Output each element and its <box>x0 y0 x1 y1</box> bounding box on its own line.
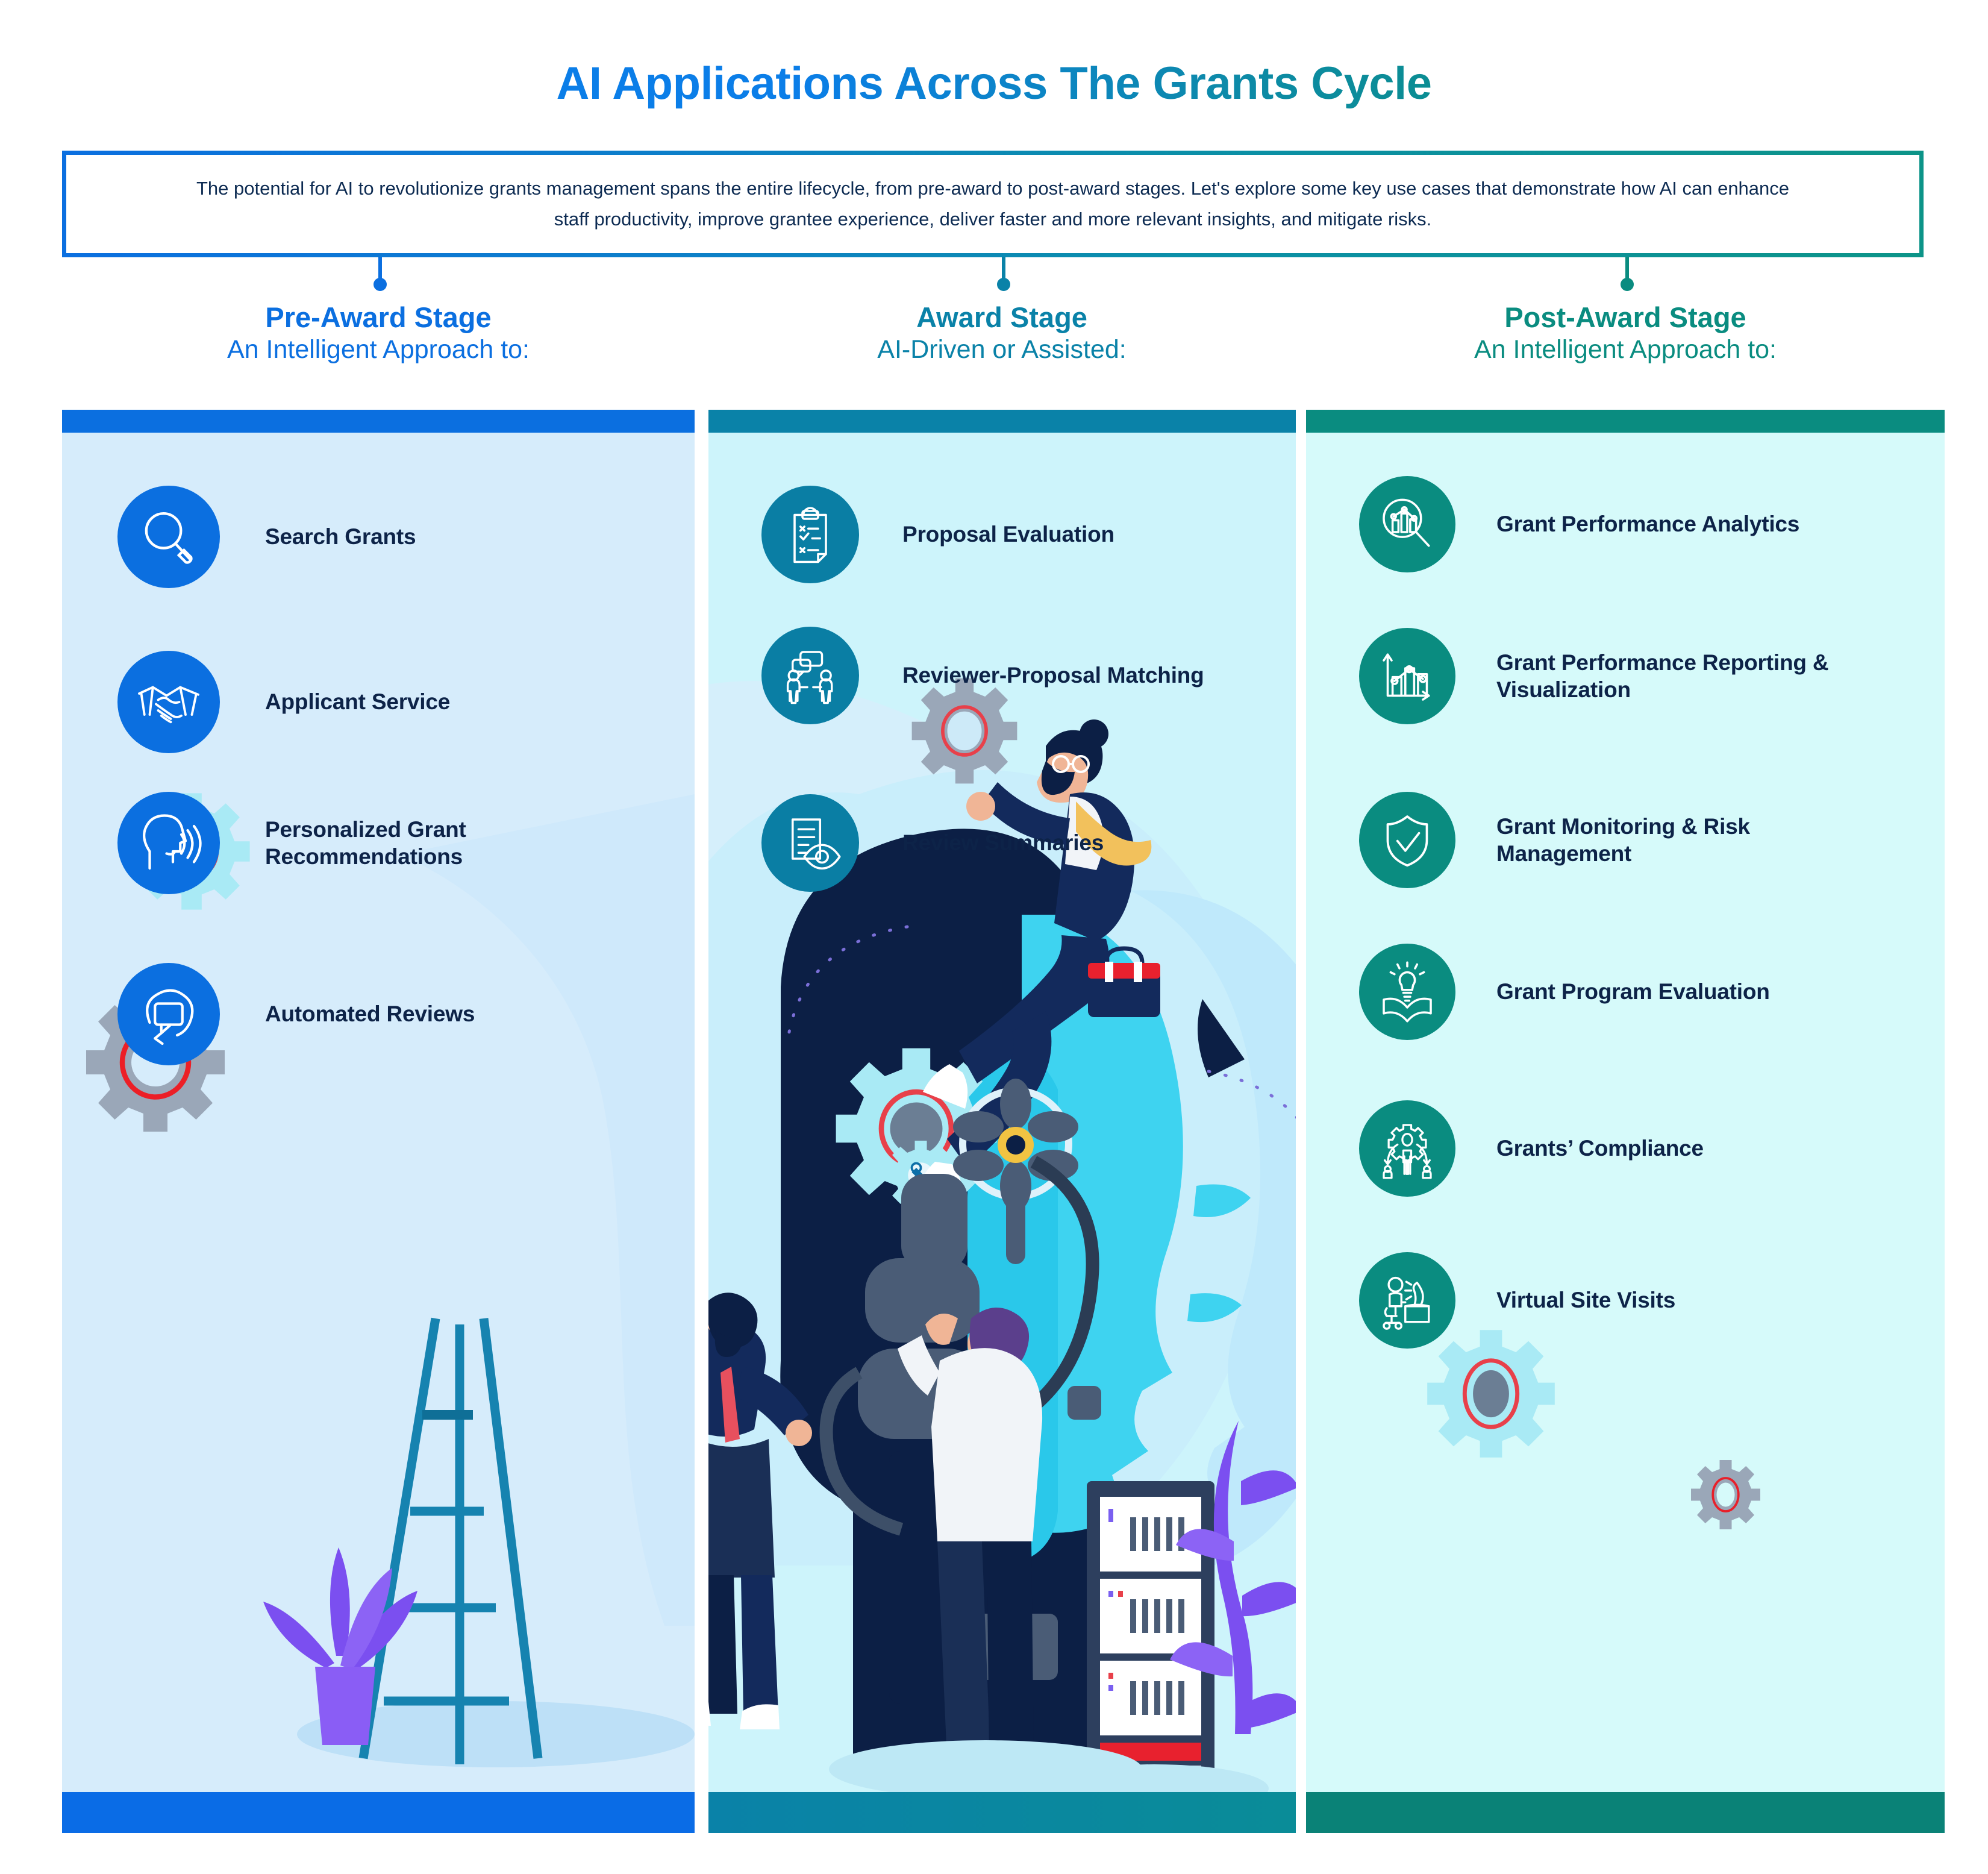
list-item-label: Applicant Service <box>265 689 451 715</box>
intro-callout-box: The potential for AI to revolutionize gr… <box>62 151 1924 257</box>
bar-line-chart-icon <box>1359 628 1455 724</box>
chart-magnifier-icon <box>1359 476 1455 572</box>
chat-refresh-icon <box>117 963 220 1065</box>
list-item-applicant-service[interactable]: Applicant Service <box>117 651 660 753</box>
speaking-head-icon <box>117 792 220 894</box>
gear-icon <box>1691 1460 1760 1529</box>
ladder-icon <box>358 1317 543 1764</box>
gear-people-icon <box>1359 1100 1455 1197</box>
magnifier-icon <box>117 486 220 588</box>
book-lightbulb-icon <box>1359 944 1455 1040</box>
shield-check-icon <box>1359 792 1455 888</box>
column-pre-award: Search Grants Applicant Service Personal… <box>62 410 695 1833</box>
list-item-label: Grant Performance Reporting & Visualizat… <box>1496 650 1829 702</box>
column-header-post-award: Post-Award Stage An Intelligent Approach… <box>1306 301 1945 365</box>
list-item-label: Reviewer-Proposal Matching <box>902 663 1204 688</box>
column-subtitle-post-award: An Intelligent Approach to: <box>1474 334 1777 364</box>
list-item-review-summaries[interactable]: Review Summaries <box>761 794 1280 892</box>
desk-screen-icon <box>1359 1252 1455 1349</box>
decorative-gear-grey-right <box>1688 1457 1763 1535</box>
column-subtitle-pre-award: An Intelligent Approach to: <box>227 334 530 364</box>
intro-text: The potential for AI to revolutionize gr… <box>196 178 1790 230</box>
illustration-left-fragment <box>263 794 695 1767</box>
connector-dot-award <box>997 278 1010 291</box>
column-award: Proposal Evaluation Reviewer-Proposal Ma… <box>708 410 1296 1833</box>
column-title-post-award: Post-Award Stage <box>1504 301 1746 333</box>
connector-stem-pre-award <box>374 257 387 291</box>
column-header-award: Award Stage AI-Driven or Assisted: <box>704 301 1300 365</box>
column-top-bar-pre-award <box>62 410 695 433</box>
page-title: AI Applications Across The Grants Cycle <box>0 57 1988 110</box>
list-item-automated-reviews[interactable]: Automated Reviews <box>117 963 660 1065</box>
handshake-icon <box>117 651 220 753</box>
column-title-pre-award: Pre-Award Stage <box>265 301 492 333</box>
list-item-grant-program-evaluation[interactable]: Grant Program Evaluation <box>1359 944 1945 1040</box>
column-body-pre-award: Search Grants Applicant Service Personal… <box>62 433 695 1833</box>
list-item-grant-monitoring-risk[interactable]: Grant Monitoring & Risk Management <box>1359 792 1945 888</box>
list-item-grant-performance-reporting[interactable]: Grant Performance Reporting & Visualizat… <box>1359 628 1945 724</box>
list-item-grants-compliance[interactable]: Grants’ Compliance <box>1359 1100 1945 1197</box>
list-item-label: Grant Monitoring & Risk Management <box>1496 813 1750 866</box>
column-top-bar-post-award <box>1306 410 1945 433</box>
list-item-virtual-site-visits[interactable]: Virtual Site Visits <box>1359 1252 1945 1349</box>
list-item-personalized-grant-recommendations[interactable]: Personalized Grant Recommendations <box>117 792 660 894</box>
column-body-post-award: Grant Performance Analytics Grant Perfor… <box>1306 433 1945 1833</box>
list-item-label: Virtual Site Visits <box>1496 1288 1676 1313</box>
column-header-pre-award: Pre-Award Stage An Intelligent Approach … <box>62 301 695 365</box>
list-item-label: Grant Performance Analytics <box>1496 512 1800 537</box>
column-top-bar-award <box>708 410 1296 433</box>
connector-dot-pre-award <box>374 278 387 291</box>
connector-dot-post-award <box>1621 278 1634 291</box>
list-item-label: Proposal Evaluation <box>902 522 1114 547</box>
list-item-label: Automated Reviews <box>265 1001 475 1027</box>
column-subtitle-award: AI-Driven or Assisted: <box>877 334 1127 364</box>
list-item-label: Search Grants <box>265 524 416 550</box>
column-bottom-bar-award <box>708 1792 1296 1833</box>
list-item-label: Review Summaries <box>902 830 1104 856</box>
column-post-award: Grant Performance Analytics Grant Perfor… <box>1306 410 1945 1833</box>
list-item-label: Grants’ Compliance <box>1496 1136 1704 1161</box>
connector-stem-award <box>997 257 1010 291</box>
column-title-award: Award Stage <box>916 301 1087 333</box>
list-item-search-grants[interactable]: Search Grants <box>117 486 660 588</box>
list-item-proposal-evaluation[interactable]: Proposal Evaluation <box>761 486 1280 583</box>
two-people-chat-icon <box>761 627 859 724</box>
column-body-award: Proposal Evaluation Reviewer-Proposal Ma… <box>708 433 1296 1833</box>
column-bottom-bar-post-award <box>1306 1792 1945 1833</box>
list-item-label: Grant Program Evaluation <box>1496 979 1770 1004</box>
list-item-grant-performance-analytics[interactable]: Grant Performance Analytics <box>1359 476 1945 572</box>
clipboard-checklist-icon <box>761 486 859 583</box>
list-item-label: Personalized Grant Recommendations <box>265 816 466 869</box>
document-eye-icon <box>761 794 859 892</box>
list-item-reviewer-proposal-matching[interactable]: Reviewer-Proposal Matching <box>761 627 1280 724</box>
connector-stem-post-award <box>1621 257 1634 291</box>
column-bottom-bar-pre-award <box>62 1792 695 1833</box>
